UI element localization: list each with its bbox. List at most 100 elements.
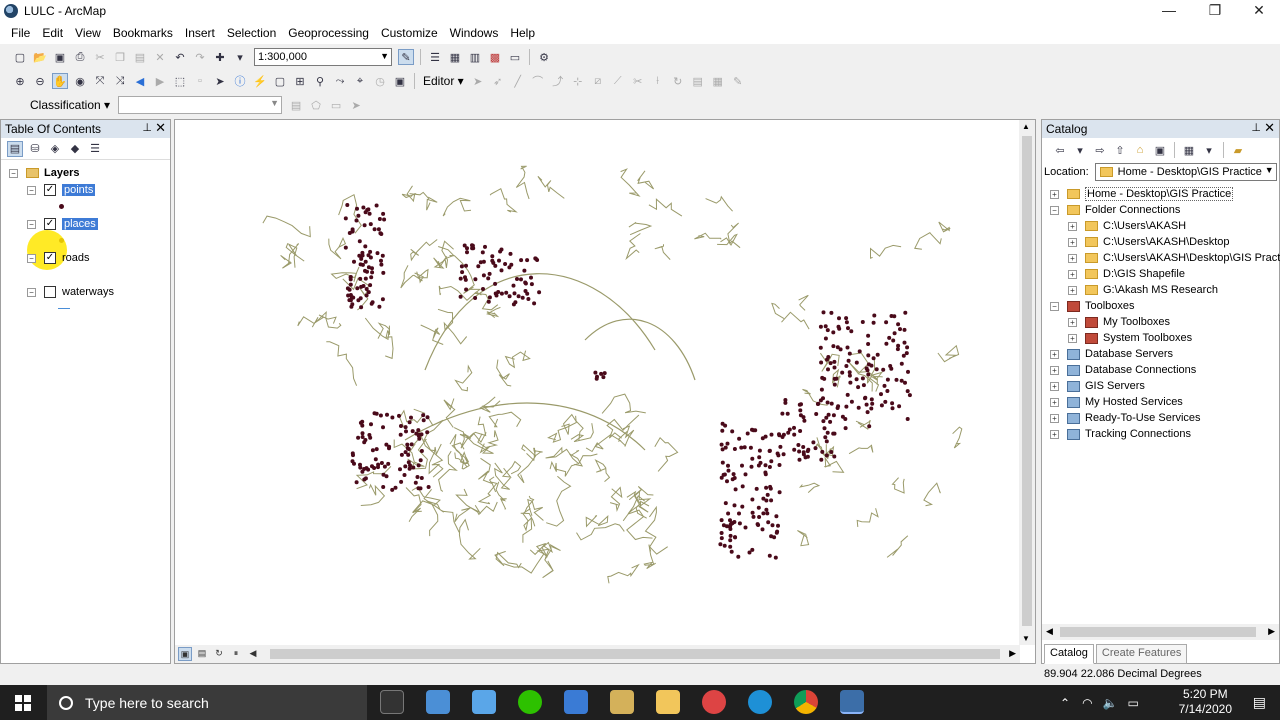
close-button[interactable]: ✕ [1236,0,1280,22]
expand-icon[interactable]: + [1050,429,1059,439]
list-by-source-icon[interactable]: ⛁ [27,141,43,157]
refresh-icon[interactable]: ↻ [212,647,226,661]
notifications-icon[interactable]: ▤ [1253,694,1266,711]
sketch-properties-icon[interactable]: ▦ [710,73,726,89]
scroll-right-icon[interactable]: ▶ [1268,626,1275,637]
forward-arrow-icon[interactable]: ▶ [152,73,168,89]
map-canvas[interactable] [175,120,1020,645]
scroll-left-icon[interactable]: ◀ [1046,626,1053,637]
app-icon[interactable] [702,690,726,714]
scroll-left-icon[interactable]: ◀ [246,647,260,661]
back-arrow-icon[interactable]: ◀ [132,73,148,89]
calculator-icon[interactable] [426,690,450,714]
paste-icon[interactable]: ▤ [132,49,148,65]
expand-icon[interactable]: + [1068,285,1077,295]
cut-polygons-icon[interactable]: ✂ [630,73,646,89]
minimize-button[interactable]: — [1146,0,1192,22]
classification-menu[interactable]: Classification ▾ [30,98,110,112]
menu-bookmarks[interactable]: Bookmarks [107,26,179,40]
list-by-visibility-icon[interactable]: ◈ [47,141,63,157]
expand-icon[interactable]: + [1068,237,1077,247]
zoom-out-icon[interactable]: ⊖ [32,73,48,89]
toggle-contents-icon[interactable]: ▣ [1152,142,1168,158]
layout-view-icon[interactable]: ▤ [195,647,209,661]
new-document-icon[interactable]: ▢ [12,49,28,65]
split-icon[interactable]: ⟊ [650,73,666,89]
back-dropdown-icon[interactable]: ▾ [1072,142,1088,158]
catalog-item[interactable]: + G:\Akash MS Research [1068,282,1218,298]
catalog-item[interactable]: + Home - Desktop\GIS Practice [1050,186,1234,202]
catalog-window-icon[interactable]: ▦ [447,49,463,65]
views-dropdown-icon[interactable]: ▾ [1201,142,1217,158]
connect-to-folder-icon[interactable]: ▰ [1230,142,1246,158]
end-point-arc-icon[interactable]: ⌒ [530,73,546,89]
app-icon[interactable] [610,690,634,714]
edit-tool-icon[interactable]: ➤ [470,73,486,89]
catalog-item[interactable]: + Database Connections [1050,362,1196,378]
hyperlink-icon[interactable]: ⚡ [252,73,268,89]
cut-icon[interactable]: ✂ [92,49,108,65]
training-sample-manager-icon[interactable]: ▤ [288,97,304,113]
taskbar-search-box[interactable]: Type here to search [47,685,367,720]
expand-icon[interactable]: + [1068,333,1077,343]
views-icon[interactable]: ▦ [1181,142,1197,158]
add-data-dropdown-icon[interactable]: ▾ [232,49,248,65]
expand-icon[interactable]: + [1050,365,1059,375]
menu-help[interactable]: Help [504,26,541,40]
scroll-thumb[interactable] [270,649,1000,659]
layer-visibility-checkbox[interactable]: ✓ [44,252,56,264]
undo-icon[interactable]: ↶ [172,49,188,65]
start-button[interactable] [0,685,46,720]
maximize-button[interactable]: ❐ [1192,0,1238,22]
menu-windows[interactable]: Windows [444,26,505,40]
open-folder-icon[interactable]: 📂 [32,49,48,65]
app-icon[interactable] [564,690,588,714]
catalog-item[interactable]: + C:\Users\AKASH\Desktop\GIS Practice [1068,250,1280,266]
point-icon[interactable]: ⊹ [570,73,586,89]
classification-layer-combobox[interactable]: ▼ [118,96,283,114]
list-by-selection-icon[interactable]: ◆ [67,141,83,157]
editor-toolbar-toggle-icon[interactable]: ✎ [398,49,414,65]
select-features-icon[interactable]: ⬚ [172,73,188,89]
taskbar-clock[interactable]: 5:20 PM 7/14/2020 [1179,687,1232,717]
create-features-icon[interactable]: ✎ [730,73,746,89]
expand-icon[interactable]: + [1068,221,1077,231]
delete-icon[interactable]: ✕ [152,49,168,65]
time-slider-icon[interactable]: ◷ [372,73,388,89]
add-data-icon[interactable]: ✚ [212,49,228,65]
up-one-level-icon[interactable]: ⇧ [1112,142,1128,158]
wechat-icon[interactable] [518,690,542,714]
scroll-up-icon[interactable]: ▲ [1022,122,1030,131]
select-elements-arrow-icon[interactable]: ➤ [212,73,228,89]
table-of-contents-icon[interactable]: ☰ [427,49,443,65]
catalog-item[interactable]: + My Toolboxes [1068,314,1170,330]
modelbuilder-icon[interactable]: ⚙ [536,49,552,65]
scroll-thumb[interactable] [1022,136,1032,626]
menu-geoprocessing[interactable]: Geoprocessing [282,26,375,40]
map-view[interactable]: ▲ ▼ ▣ ▤ ↻ ⏸ ◀ ▶ [174,119,1036,664]
rotate-icon[interactable]: ↻ [670,73,686,89]
draw-rectangle-icon[interactable]: ▭ [328,97,344,113]
catalog-item[interactable]: + Tracking Connections [1050,426,1191,442]
edit-vertices-icon[interactable]: ⧄ [590,73,606,89]
go-to-xy-icon[interactable]: ⌖ [352,73,368,89]
zoom-in-icon[interactable]: ⊕ [12,73,28,89]
select-training-sample-icon[interactable]: ➤ [348,97,364,113]
layer-row-points[interactable]: − ✓ points [27,182,96,198]
edge-icon[interactable] [748,690,772,714]
layer-visibility-checkbox[interactable]: ✓ [44,184,56,196]
catalog-item[interactable]: + System Toolboxes [1068,330,1192,346]
expand-icon[interactable]: + [1050,189,1059,199]
pin-icon[interactable]: ⊥ [1251,121,1261,134]
pan-hand-icon[interactable]: ✋ [52,73,68,89]
fixed-zoom-in-icon[interactable]: ⤧ [92,73,108,89]
close-icon[interactable]: ✕ [1264,120,1275,136]
vertical-scrollbar[interactable]: ▲ ▼ [1019,120,1035,645]
collapse-icon[interactable]: − [1050,205,1059,215]
clear-selection-icon[interactable]: ▫ [192,73,208,89]
battery-icon[interactable]: ▭ [1128,696,1139,710]
expand-icon[interactable]: + [1050,413,1059,423]
layer-visibility-checkbox[interactable] [44,286,56,298]
catalog-item[interactable]: − Folder Connections [1050,202,1180,218]
redo-icon[interactable]: ↷ [192,49,208,65]
